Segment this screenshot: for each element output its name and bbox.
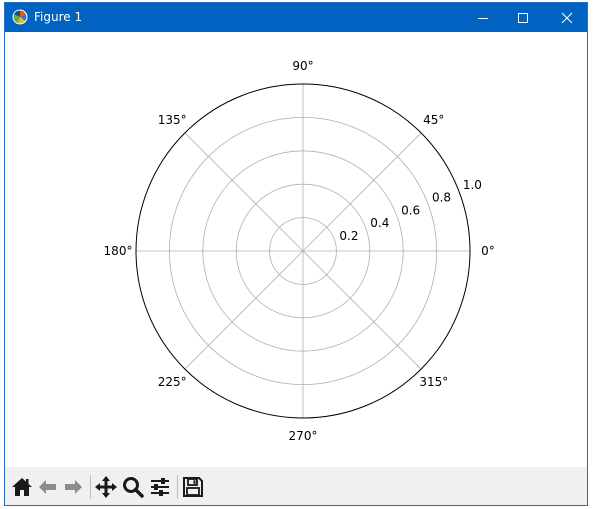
theta-tick-label: 315° xyxy=(419,375,448,389)
theta-tick-label: 90° xyxy=(292,59,313,73)
theta-tick-label: 135° xyxy=(158,113,187,127)
configure-subplots-button[interactable] xyxy=(148,475,172,499)
polar-plot: 0° 45° 90° 135° 180° 225° 270° 315° 0.2 0.4 0.6 0.8… xyxy=(104,59,495,443)
minimize-icon xyxy=(478,18,488,19)
r-tick-label: 1.0 xyxy=(463,178,482,192)
theta-gridline-225 xyxy=(184,250,304,370)
toolbar-separator xyxy=(90,475,91,499)
theta-tick-label: 0° xyxy=(481,244,495,258)
navigation-toolbar xyxy=(5,467,587,505)
zoom-button[interactable] xyxy=(121,475,145,499)
title-bar[interactable]: Figure 1 xyxy=(5,3,587,32)
maximize-button[interactable] xyxy=(503,3,543,32)
theta-gridline-315 xyxy=(302,250,422,370)
forward-button[interactable] xyxy=(61,475,85,499)
home-button[interactable] xyxy=(10,475,34,499)
pan-button[interactable] xyxy=(94,475,118,499)
maximize-icon xyxy=(518,13,528,23)
save-button[interactable] xyxy=(181,475,205,499)
r-tick-label: 0.8 xyxy=(432,191,451,205)
save-floppy-icon xyxy=(183,477,203,497)
r-tick-label: 0.6 xyxy=(401,203,420,217)
theta-tick-label: 225° xyxy=(158,375,187,389)
matplotlib-icon xyxy=(12,9,28,25)
back-button[interactable] xyxy=(36,475,60,499)
forward-arrow-icon xyxy=(65,480,82,494)
configure-subplots-icon xyxy=(151,478,169,496)
grid-layer xyxy=(135,83,471,419)
close-button[interactable] xyxy=(547,3,587,32)
r-tick-label: 0.2 xyxy=(339,229,358,243)
home-icon xyxy=(12,478,32,496)
zoom-magnifier-icon xyxy=(123,477,144,498)
r-tick-label: 0.4 xyxy=(370,216,389,230)
figure-window: Figure 1 0° 45° 90° 135° 180° 225° 270° 315° 0.2… xyxy=(4,2,588,506)
toolbar-separator xyxy=(177,475,178,499)
back-arrow-icon xyxy=(39,480,56,494)
theta-tick-label: 45° xyxy=(423,113,444,127)
theta-gridline-45 xyxy=(302,132,422,252)
figure-canvas[interactable]: 0° 45° 90° 135° 180° 225° 270° 315° 0.2 0.4 0.6 0.8… xyxy=(5,32,587,467)
window-title: Figure 1 xyxy=(34,10,83,24)
theta-tick-label: 180° xyxy=(104,244,133,258)
minimize-button[interactable] xyxy=(463,3,503,32)
pan-move-icon xyxy=(95,476,117,498)
theta-tick-label: 270° xyxy=(289,429,318,443)
close-icon xyxy=(561,12,573,24)
theta-gridline-135 xyxy=(184,132,304,252)
